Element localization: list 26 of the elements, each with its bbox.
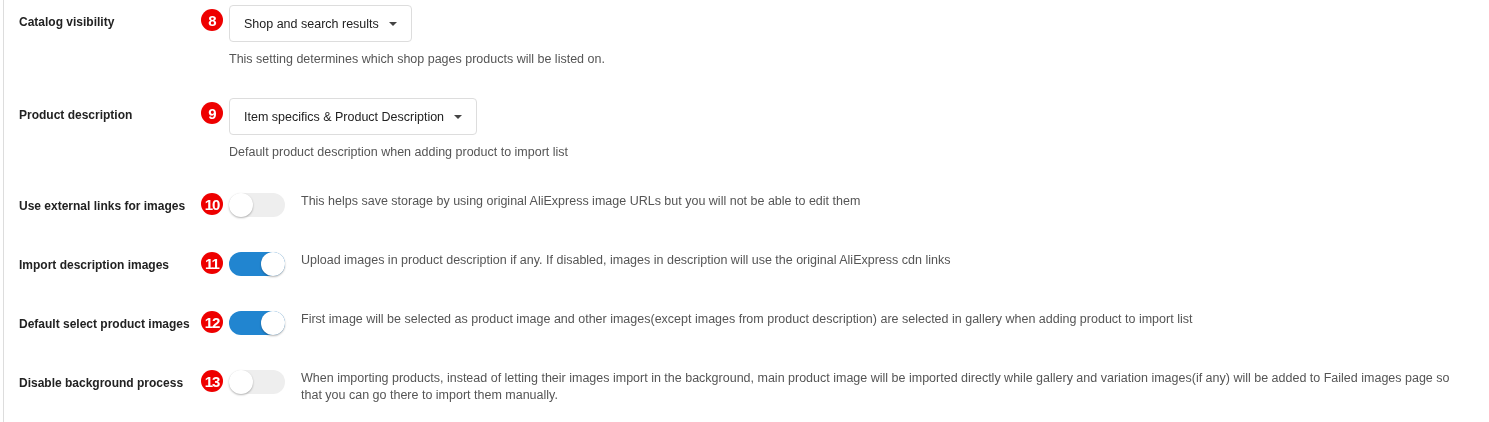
number-badge: 13 bbox=[201, 370, 223, 392]
help-text: This setting determines which shop pages products will be listed on. bbox=[229, 51, 605, 68]
setting-label: Disable background process bbox=[19, 375, 185, 390]
dropdown[interactable]: Shop and search results bbox=[229, 5, 412, 42]
number-badge: 9 bbox=[201, 102, 223, 124]
caret-icon bbox=[454, 114, 463, 119]
setting-label: Default select product images bbox=[19, 316, 191, 331]
help-text: This helps save storage by using original AliExpress image URLs but you will not be able to edit them bbox=[301, 193, 861, 210]
help-text: When importing products, instead of letting their images import in the background, main product image will be imported directly while gallery and variation images(if any) will be added to Failed images page so that you can go there to import them manually. bbox=[301, 370, 1451, 404]
toggle-switch[interactable] bbox=[229, 311, 285, 335]
help-text: Upload images in product description if any. If disabled, images in description will use the original AliExpress cdn links bbox=[301, 252, 951, 269]
help-text: First image will be selected as product image and other images(except images from product description) are selected in gallery when adding product to import list bbox=[301, 311, 1193, 328]
number-badge: 12 bbox=[201, 311, 223, 333]
help-text: Default product description when adding product to import list bbox=[229, 144, 569, 161]
setting-label: Use external links for images bbox=[19, 198, 187, 213]
setting-label: Product description bbox=[19, 107, 134, 122]
number-badge: 8 bbox=[201, 9, 223, 31]
toggle-switch[interactable] bbox=[229, 193, 285, 217]
number-badge: 10 bbox=[201, 193, 223, 215]
toggle-switch[interactable] bbox=[229, 370, 285, 394]
dropdown[interactable]: Item specifics & Product Description bbox=[229, 98, 478, 135]
setting-label: Import description images bbox=[19, 257, 171, 272]
caret-icon bbox=[388, 21, 397, 26]
setting-label: Catalog visibility bbox=[19, 14, 116, 29]
number-badge: 11 bbox=[201, 252, 223, 274]
toggle-switch[interactable] bbox=[229, 252, 285, 276]
